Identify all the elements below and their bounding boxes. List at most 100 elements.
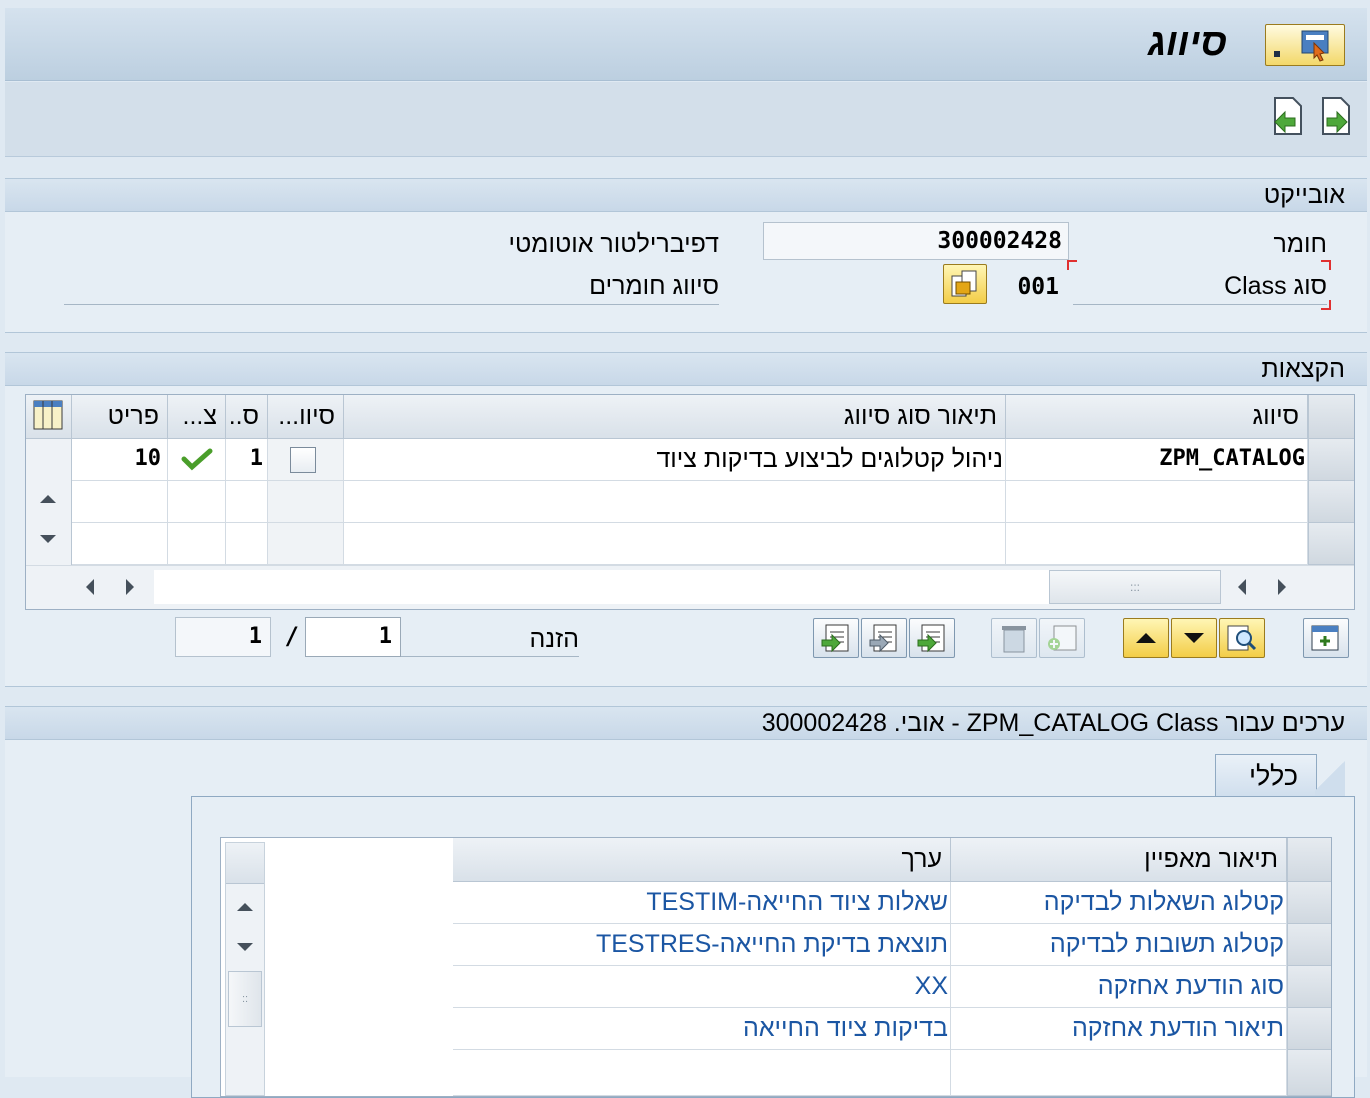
- table-row-characteristic[interactable]: סוג הודעת אחזקה: [951, 966, 1287, 1008]
- material-field[interactable]: 300002428: [763, 222, 1069, 260]
- scroll-down-icon[interactable]: [237, 943, 253, 951]
- col-class-status-short[interactable]: סיוו...: [268, 395, 344, 439]
- document-list-icon: [821, 624, 849, 653]
- col-check[interactable]: צ...: [168, 395, 226, 439]
- tab-corner: [1315, 754, 1345, 798]
- scroll-up-icon[interactable]: [40, 495, 56, 503]
- entry-label: הזנה: [401, 622, 579, 657]
- col-class-type-desc[interactable]: תיאור סוג סיווג: [344, 395, 1006, 439]
- select-all-corner[interactable]: [1287, 838, 1331, 882]
- select-all-corner[interactable]: [1308, 395, 1354, 439]
- entry-current-field[interactable]: 1: [305, 617, 401, 657]
- table-row-value[interactable]: XX: [453, 966, 951, 1008]
- empty-cell: [344, 481, 1006, 523]
- next-object-button[interactable]: [1317, 96, 1353, 136]
- list-button-1[interactable]: [813, 618, 859, 658]
- scroll-thumb[interactable]: ::: [228, 971, 262, 1027]
- horizontal-scrollbar[interactable]: :::: [26, 565, 1354, 609]
- col-item[interactable]: פריט: [72, 395, 168, 439]
- object-section-header: אובייקט: [5, 178, 1367, 212]
- row-selector[interactable]: [1287, 924, 1331, 966]
- entry-total-field: 1: [175, 617, 271, 657]
- class-type-search-button[interactable]: [943, 264, 987, 304]
- table-row-checkbox-cell: [268, 439, 344, 481]
- scroll-right-icon[interactable]: [1278, 579, 1286, 595]
- table-row-characteristic[interactable]: קטלוג תשובות לבדיקה: [951, 924, 1287, 966]
- move-down-button[interactable]: [1171, 618, 1217, 658]
- table-row-status: 1: [226, 439, 268, 481]
- table-row-value[interactable]: TESTRES-תוצאת בדיקת החייאה: [453, 924, 951, 966]
- assignments-section: סיווג תיאור סוג סיווג סיוו... ס.. צ... פ…: [5, 386, 1367, 687]
- add-row-icon: [1048, 625, 1077, 651]
- class-checkbox[interactable]: [290, 447, 316, 473]
- row-selector[interactable]: [1308, 481, 1354, 523]
- row-selector[interactable]: [1308, 439, 1354, 481]
- vertical-scrollbar[interactable]: [26, 439, 72, 565]
- delete-button[interactable]: [991, 618, 1037, 658]
- insert-button[interactable]: [1303, 618, 1349, 658]
- list-button-3[interactable]: [909, 618, 955, 658]
- table-row-characteristic[interactable]: תיאור הודעת אחזקה: [951, 1008, 1287, 1050]
- col-class[interactable]: סיווג: [1006, 395, 1308, 439]
- scroll-track[interactable]: [154, 570, 1049, 604]
- empty-cell: [72, 523, 168, 565]
- table-row-value[interactable]: בדיקות ציוד החייאה: [453, 1008, 951, 1050]
- row-selector[interactable]: [1287, 882, 1331, 924]
- empty-cell: [168, 523, 226, 565]
- scroll-corner: [226, 843, 264, 884]
- menu-button[interactable]: [1265, 24, 1345, 66]
- empty-cell: [951, 1050, 1287, 1096]
- col-value[interactable]: ערך: [453, 838, 951, 882]
- scroll-left-icon[interactable]: [1238, 579, 1246, 595]
- document-list-icon: [869, 624, 897, 653]
- document-list-icon: [917, 624, 945, 653]
- table-row-desc: ניהול קטלוגים לביצוע בדיקות ציוד: [344, 439, 1006, 481]
- scroll-thumb[interactable]: :::: [1049, 570, 1221, 604]
- material-label: חומר: [1273, 230, 1327, 258]
- trash-icon: [1002, 626, 1026, 653]
- table-row-value[interactable]: TESTIM-שאלות ציוד החייאה: [453, 882, 951, 924]
- magnifier-icon: [1227, 625, 1257, 651]
- arrow-up-icon: [1136, 633, 1156, 643]
- table-layout-button[interactable]: [26, 395, 72, 439]
- class-type-label: סוג Class: [1073, 268, 1327, 305]
- col-characteristic-desc[interactable]: תיאור מאפיין: [951, 838, 1287, 882]
- page-title: סיווג: [1147, 22, 1227, 64]
- empty-cell: [453, 1050, 951, 1096]
- class-type-field[interactable]: 001: [1017, 270, 1059, 304]
- tab-general[interactable]: כללי: [1215, 754, 1317, 798]
- values-section: כללי תיאור מאפיין ערך קטלוג השאלות לבדיק…: [5, 740, 1367, 1098]
- list-button-2[interactable]: [861, 618, 907, 658]
- entry-separator: /: [284, 622, 299, 650]
- object-section: חומר 300002428 דפיברילטור אוטומטי סוג Cl…: [5, 212, 1367, 333]
- col-status[interactable]: ס..: [226, 395, 268, 439]
- empty-cell: [168, 481, 226, 523]
- scroll-left-icon[interactable]: [86, 579, 94, 595]
- green-check-icon: [181, 448, 213, 471]
- row-selector[interactable]: [1287, 1008, 1331, 1050]
- values-section-header: ערכים עבור ZPM_CATALOG Class - אובי. 300…: [5, 706, 1367, 740]
- table-row-check-cell: [168, 439, 226, 481]
- scroll-up-icon[interactable]: [237, 903, 253, 911]
- menu-icon: [1274, 30, 1329, 62]
- scroll-right-icon[interactable]: [126, 579, 134, 595]
- assignments-table: סיווג תיאור סוג סיווג סיוו... ס.. צ... פ…: [25, 394, 1355, 610]
- empty-cell: [1006, 481, 1308, 523]
- row-selector[interactable]: [1287, 966, 1331, 1008]
- scroll-down-icon[interactable]: [40, 535, 56, 543]
- empty-cell: [268, 481, 344, 523]
- title-bar: סיווג: [5, 8, 1367, 81]
- add-line-button[interactable]: [1039, 618, 1085, 658]
- empty-cell: [226, 523, 268, 565]
- vertical-scrollbar[interactable]: ::: [225, 842, 265, 1096]
- row-selector[interactable]: [1308, 523, 1354, 565]
- row-selector[interactable]: [1287, 1050, 1331, 1096]
- document-back-icon: [1274, 97, 1302, 135]
- empty-cell: [72, 481, 168, 523]
- move-up-button[interactable]: [1123, 618, 1169, 658]
- table-row-characteristic[interactable]: קטלוג השאלות לבדיקה: [951, 882, 1287, 924]
- previous-object-button[interactable]: [1269, 96, 1305, 136]
- table-row-class[interactable]: ZPM_CATALOG: [1006, 439, 1308, 481]
- toolbar: [5, 82, 1367, 157]
- details-button[interactable]: [1219, 618, 1265, 658]
